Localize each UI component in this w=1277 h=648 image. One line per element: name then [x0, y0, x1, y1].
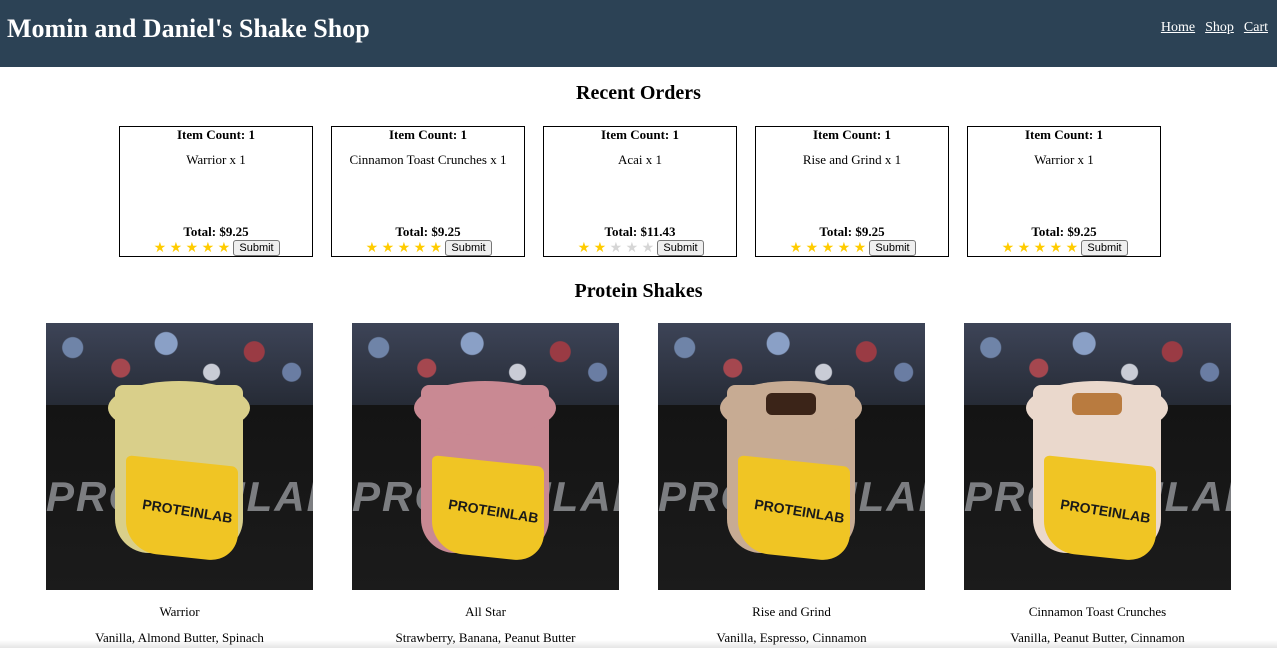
star-icon[interactable]: ★ — [820, 241, 835, 255]
order-rating: ★ ★ ★ ★ ★ Submit — [756, 240, 948, 256]
order-item: Cinnamon Toast Crunches x 1 — [349, 152, 507, 167]
star-icon[interactable]: ★ — [1048, 241, 1063, 255]
star-icon[interactable]: ★ — [412, 241, 427, 255]
product-card[interactable]: PROTEINLAB PROTEINLAB Cinnamon Toast Cru… — [964, 323, 1231, 646]
star-icon[interactable]: ★ — [640, 241, 655, 255]
product-image[interactable]: PROTEINLAB PROTEINLAB — [46, 323, 313, 590]
rating-stars: ★ ★ ★ ★ ★ — [576, 241, 655, 255]
site-title: Momin and Daniel's Shake Shop — [7, 14, 370, 43]
star-icon[interactable]: ★ — [1000, 241, 1015, 255]
order-item: Acai x 1 — [617, 152, 663, 167]
product-name: All Star — [465, 604, 506, 619]
star-icon[interactable]: ★ — [1016, 241, 1031, 255]
order-item-count: Item Count: 1 — [601, 127, 679, 142]
star-icon[interactable]: ★ — [608, 241, 623, 255]
product-name: Warrior — [159, 604, 200, 619]
star-icon[interactable]: ★ — [788, 241, 803, 255]
submit-rating-button[interactable]: Submit — [445, 240, 492, 256]
order-rating: ★ ★ ★ ★ ★ Submit — [544, 240, 736, 256]
protein-shakes-heading: Protein Shakes — [574, 280, 703, 302]
star-icon[interactable]: ★ — [168, 241, 183, 255]
rating-stars: ★ ★ ★ ★ ★ — [1000, 241, 1079, 255]
order-total: Total: $9.25 — [819, 224, 885, 239]
shake-topping — [1072, 393, 1122, 415]
star-icon[interactable]: ★ — [624, 241, 639, 255]
nav-link-shop[interactable]: Shop — [1205, 20, 1234, 36]
star-icon[interactable]: ★ — [836, 241, 851, 255]
product-image[interactable]: PROTEINLAB PROTEINLAB — [352, 323, 619, 590]
order-rating: ★ ★ ★ ★ ★ Submit — [120, 240, 312, 256]
product-name: Cinnamon Toast Crunches — [1028, 604, 1167, 619]
order-item: Rise and Grind x 1 — [802, 152, 902, 167]
star-icon[interactable]: ★ — [216, 241, 231, 255]
product-grid: PROTEINLAB PROTEINLAB Warrior Vanilla, A… — [46, 323, 1231, 646]
star-icon[interactable]: ★ — [852, 241, 867, 255]
submit-rating-button[interactable]: Submit — [233, 240, 280, 256]
order-card: Item Count: 1 Rise and Grind x 1 Total: … — [755, 126, 949, 257]
order-item: Warrior x 1 — [186, 152, 246, 167]
nav-link-home[interactable]: Home — [1161, 20, 1195, 36]
order-card: Item Count: 1 Acai x 1 Total: $11.43 ★ ★ ★… — [543, 126, 737, 257]
product-card[interactable]: PROTEINLAB PROTEINLAB Warrior Vanilla, A… — [46, 323, 313, 646]
submit-rating-button[interactable]: Submit — [869, 240, 916, 256]
order-rating: ★ ★ ★ ★ ★ Submit — [968, 240, 1160, 256]
order-item-count: Item Count: 1 — [813, 127, 891, 142]
star-icon[interactable]: ★ — [1032, 241, 1047, 255]
product-card[interactable]: PROTEINLAB PROTEINLAB All Star Strawberr… — [352, 323, 619, 646]
order-total: Total: $11.43 — [604, 224, 676, 239]
star-icon[interactable]: ★ — [152, 241, 167, 255]
rating-stars: ★ ★ ★ ★ ★ — [152, 241, 231, 255]
order-item-count: Item Count: 1 — [1025, 127, 1103, 142]
star-icon[interactable]: ★ — [396, 241, 411, 255]
order-item-count: Item Count: 1 — [177, 127, 255, 142]
site-header: Momin and Daniel's Shake Shop Home Shop … — [0, 0, 1277, 67]
recent-orders-list: Item Count: 1 Warrior x 1 Total: $9.25 ★… — [119, 126, 1161, 257]
order-item: Warrior x 1 — [1034, 152, 1094, 167]
submit-rating-button[interactable]: Submit — [657, 240, 704, 256]
nav-link-cart[interactable]: Cart — [1244, 20, 1268, 36]
star-icon[interactable]: ★ — [428, 241, 443, 255]
star-icon[interactable]: ★ — [380, 241, 395, 255]
recent-orders-heading: Recent Orders — [576, 82, 701, 104]
order-item-count: Item Count: 1 — [389, 127, 467, 142]
order-card: Item Count: 1 Cinnamon Toast Crunches x … — [331, 126, 525, 257]
star-icon[interactable]: ★ — [592, 241, 607, 255]
product-image[interactable]: PROTEINLAB PROTEINLAB — [658, 323, 925, 590]
star-icon[interactable]: ★ — [200, 241, 215, 255]
rating-stars: ★ ★ ★ ★ ★ — [788, 241, 867, 255]
product-image[interactable]: PROTEINLAB PROTEINLAB — [964, 323, 1231, 590]
star-icon[interactable]: ★ — [1064, 241, 1079, 255]
order-total: Total: $9.25 — [395, 224, 461, 239]
star-icon[interactable]: ★ — [804, 241, 819, 255]
order-total: Total: $9.25 — [183, 224, 249, 239]
order-card: Item Count: 1 Warrior x 1 Total: $9.25 ★… — [967, 126, 1161, 257]
product-name: Rise and Grind — [752, 604, 831, 619]
submit-rating-button[interactable]: Submit — [1081, 240, 1128, 256]
main-nav: Home Shop Cart — [1161, 20, 1268, 36]
star-icon[interactable]: ★ — [576, 241, 591, 255]
product-card[interactable]: PROTEINLAB PROTEINLAB Rise and Grind Van… — [658, 323, 925, 646]
shake-topping — [766, 393, 816, 415]
order-card: Item Count: 1 Warrior x 1 Total: $9.25 ★… — [119, 126, 313, 257]
order-rating: ★ ★ ★ ★ ★ Submit — [332, 240, 524, 256]
rating-stars: ★ ★ ★ ★ ★ — [364, 241, 443, 255]
order-total: Total: $9.25 — [1031, 224, 1097, 239]
star-icon[interactable]: ★ — [184, 241, 199, 255]
star-icon[interactable]: ★ — [364, 241, 379, 255]
